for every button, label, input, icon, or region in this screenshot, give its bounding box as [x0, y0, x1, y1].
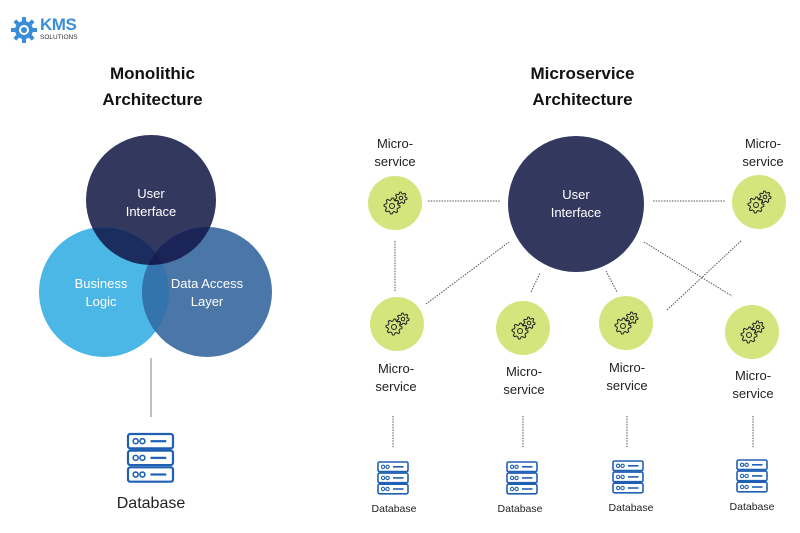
microservice-label-4: Micro- service [474, 363, 574, 399]
diagram-graphics [39, 135, 786, 495]
database-icon [506, 461, 538, 495]
label-line: service [732, 386, 774, 401]
connector-ui-ms3 [425, 241, 510, 305]
label-line: Interface [550, 205, 602, 220]
microservice-node-1 [368, 176, 422, 230]
microservice-node-3 [370, 297, 424, 351]
label-line: service [503, 382, 545, 397]
microservice-circle [368, 176, 422, 230]
label-line: service [742, 154, 784, 169]
label-line: Micro- [608, 360, 646, 375]
microservice-circle [496, 301, 550, 355]
architecture-diagram: KMS SOLUTIONS Monolithic Architecture Mi… [0, 0, 800, 533]
label-line: Logic [85, 294, 117, 309]
monolith-database-label: Database [116, 495, 186, 512]
database-icon [612, 460, 644, 494]
label-line: Business [74, 276, 128, 291]
label-line: service [374, 154, 416, 169]
microservice-circle [599, 296, 653, 350]
connector-ms2-ms5 [666, 239, 743, 311]
microservice-circle [370, 297, 424, 351]
label-line: User [137, 186, 165, 201]
ms-database-label-1: Database [371, 503, 417, 515]
label-line: Micro- [744, 136, 782, 151]
microservice-label-1: Micro- service [345, 135, 445, 171]
microservice-ui-label: User Interface [526, 186, 626, 222]
ms-database-label-4: Database [729, 501, 775, 513]
database-icon [736, 459, 768, 493]
microservice-node-6 [725, 305, 779, 359]
microservice-circle [725, 305, 779, 359]
label-line: Layer [190, 294, 224, 309]
microservice-label-2: Micro- service [713, 135, 800, 171]
label-line: User [562, 187, 590, 202]
label-line: service [375, 379, 417, 394]
database-icon [377, 461, 409, 495]
microservice-label-3: Micro- service [346, 360, 446, 396]
connector-ui-ms4 [530, 272, 541, 293]
microservice-label-5: Micro- service [577, 359, 677, 395]
label-line: service [606, 378, 648, 393]
venn-label-data-access-layer: Data Access Layer [157, 275, 257, 311]
venn-label-business-logic: Business Logic [51, 275, 151, 311]
label-line: Interface [125, 204, 177, 219]
microservice-node-4 [496, 301, 550, 355]
ms-database-label-2: Database [497, 503, 543, 515]
database-icon [126, 432, 175, 483]
microservice-node-5 [599, 296, 653, 350]
connector-ui-ms6 [643, 241, 733, 297]
ms-database-label-3: Database [608, 502, 654, 514]
label-line: Micro- [505, 364, 543, 379]
label-line: Micro- [376, 136, 414, 151]
venn-label-user-interface: User Interface [101, 185, 201, 221]
label-line: Data Access [170, 276, 244, 291]
label-line: Micro- [734, 368, 772, 383]
microservice-node-2 [732, 175, 786, 229]
database-icons [126, 432, 768, 495]
label-line: Micro- [377, 361, 415, 376]
microservice-circle [732, 175, 786, 229]
connector-ui-ms5 [605, 270, 618, 293]
microservice-label-6: Micro- service [703, 367, 800, 403]
